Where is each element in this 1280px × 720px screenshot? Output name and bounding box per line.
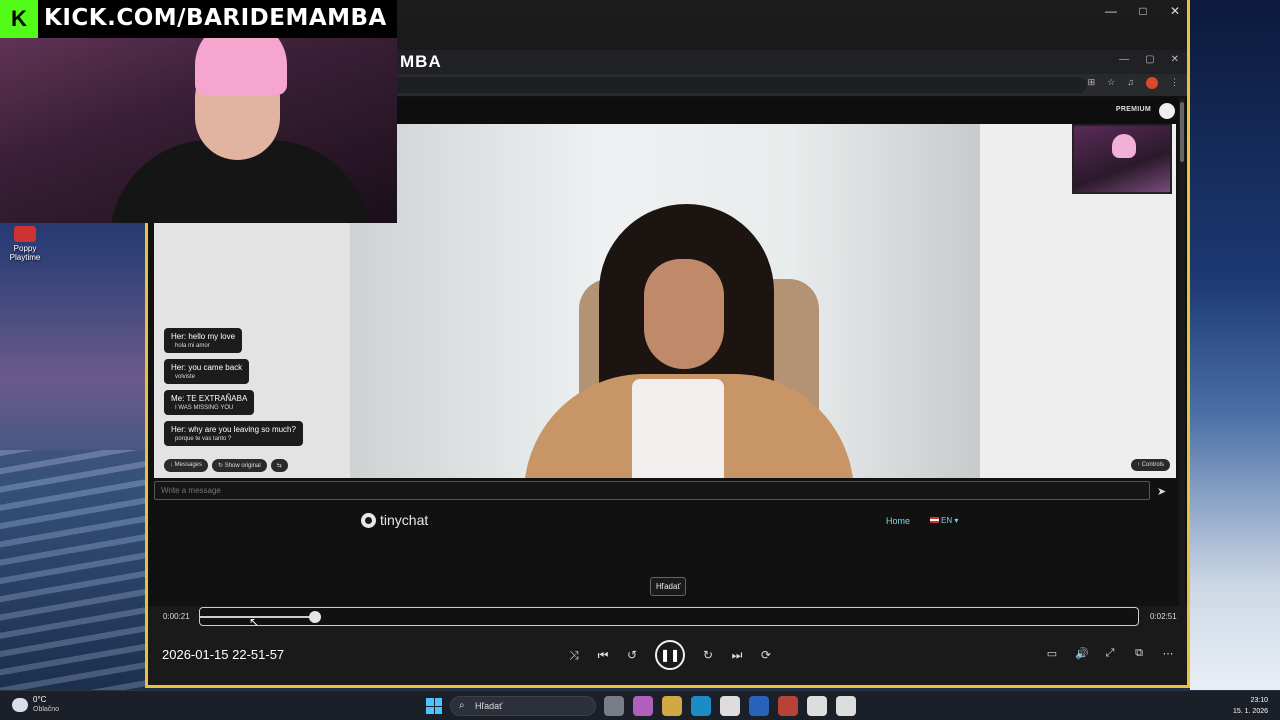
person-shirt — [632, 379, 724, 478]
seek-bar[interactable] — [199, 607, 1139, 626]
search-icon: ⌕ — [459, 700, 465, 711]
taskbar-apps — [604, 696, 856, 716]
taskbar: 0°C Oblačno ⌕ Hľadať 23:10 15. 1. 2026 — [0, 690, 1280, 720]
home-link[interactable]: Home — [886, 516, 910, 526]
translate-icon[interactable]: ⊞ — [1088, 77, 1096, 89]
miniplayer-icon[interactable]: ⧉ — [1133, 647, 1145, 660]
chat-tools: ↓ Messages ↻ Show original ⇆ — [164, 459, 288, 472]
edge-icon[interactable] — [691, 696, 711, 716]
close-icon[interactable]: ✕ — [1169, 4, 1181, 18]
time-total: 0:02:51 — [1150, 612, 1177, 621]
shuffle-icon[interactable]: ⤨ — [568, 648, 580, 663]
swap-language-button[interactable]: ⇆ — [270, 459, 288, 472]
bookmark-star-icon[interactable]: ☆ — [1107, 77, 1115, 89]
browser-close-icon[interactable]: ✕ — [1171, 54, 1179, 65]
chat-bubble: Her: you came back volviste — [164, 359, 250, 384]
browser-minimize-icon[interactable]: — — [1119, 54, 1129, 65]
game-icon — [14, 226, 36, 242]
repeat-off-icon[interactable]: ⟳ — [760, 648, 772, 662]
previous-icon[interactable]: ⏮ — [597, 648, 609, 663]
rewind-10-icon[interactable]: ↺ — [626, 648, 638, 662]
taskbar-search[interactable]: ⌕ Hľadať — [450, 696, 596, 716]
chat-overlay: Her: hello my love hola mi amor Her: you… — [164, 328, 354, 452]
send-icon[interactable]: ➤ — [1157, 485, 1166, 498]
forward-30-icon[interactable]: ↻ — [702, 648, 714, 662]
seek-knob[interactable] — [309, 611, 322, 623]
pause-button[interactable]: ❚❚ — [655, 640, 685, 670]
kick-banner: K KICK.COM/BARIDEMAMBA — [0, 0, 397, 38]
profile-avatar[interactable] — [1146, 77, 1158, 89]
captions-icon[interactable]: ▭ — [1046, 647, 1058, 660]
cloud-icon — [12, 697, 28, 712]
more-options-icon[interactable]: ⋯ — [1162, 647, 1174, 660]
controls-button[interactable]: ↑ Controls — [1130, 459, 1170, 471]
media-title: 2026-01-15 22-51-57 — [162, 647, 285, 662]
seek-tooltip: Hľadať — [650, 577, 687, 596]
more-menu-icon[interactable]: ⋮ — [1170, 77, 1179, 89]
clock-time: 23:10 — [1250, 697, 1268, 704]
kick-channel-url: KICK.COM/BARIDEMAMBA — [44, 5, 387, 31]
chat-bubble: Her: hello my love hola mi amor — [164, 328, 243, 353]
chat-bubble: Her: why are you leaving so much? porque… — [164, 421, 303, 446]
weather-widget[interactable]: 0°C Oblačno — [12, 695, 59, 714]
outlook-icon[interactable] — [749, 696, 769, 716]
store-icon[interactable] — [720, 696, 740, 716]
user-avatar[interactable] — [1159, 103, 1175, 119]
maximize-icon[interactable]: □ — [1137, 4, 1149, 18]
desktop-wallpaper-right — [1190, 0, 1280, 690]
tinychat-logo-icon — [361, 512, 376, 528]
language-label: EN ▾ — [941, 516, 959, 525]
site-logo-partial: MBA — [400, 52, 442, 71]
desktop-icon-label: Poppy Playtime — [9, 244, 41, 262]
fullscreen-icon[interactable]: ⤢ — [1104, 647, 1116, 660]
copilot-icon[interactable] — [633, 696, 653, 716]
start-button-icon[interactable] — [426, 698, 442, 714]
mouse-cursor-icon: ↖ — [249, 615, 260, 629]
tinychat-logo-text: tinychat — [380, 512, 429, 528]
desktop-icon-poppy-playtime[interactable]: Poppy Playtime — [4, 226, 46, 262]
weather-temp: 0°C — [33, 695, 47, 704]
person-face — [644, 259, 724, 369]
page-scrollbar[interactable] — [1179, 98, 1185, 606]
secondary-controls: ▭ 🔊 ⤢ ⧉ ⋯ — [1046, 647, 1174, 660]
tinychat-logo[interactable]: tinychat — [361, 512, 428, 528]
chrome-icon[interactable] — [778, 696, 798, 716]
browser-restore-icon[interactable]: ▢ — [1145, 54, 1154, 65]
task-view-icon[interactable] — [604, 696, 624, 716]
media-player-icon[interactable] — [836, 696, 856, 716]
streamer-webcam: K KICK.COM/BARIDEMAMBA — [0, 0, 397, 223]
playback-controls: ⤨ ⏮ ↺ ❚❚ ↻ ⏭ ⟳ — [568, 640, 772, 670]
volume-icon[interactable]: 🔊 — [1075, 647, 1089, 660]
minimize-icon[interactable]: — — [1105, 4, 1117, 18]
us-flag-icon — [930, 517, 939, 523]
file-explorer-icon[interactable] — [662, 696, 682, 716]
system-clock[interactable]: 23:10 15. 1. 2026 — [1233, 695, 1268, 717]
self-view-pip[interactable] — [1072, 124, 1172, 194]
clock-date: 15. 1. 2026 — [1232, 708, 1268, 715]
taskbar-search-text: Hľadať — [475, 701, 503, 711]
language-selector[interactable]: EN ▾ — [930, 516, 958, 525]
kick-logo-icon: K — [0, 0, 38, 38]
media-icon[interactable]: ♫ — [1127, 77, 1134, 89]
show-original-button[interactable]: ↻ Show original — [212, 459, 267, 472]
app-icon[interactable] — [807, 696, 827, 716]
next-icon[interactable]: ⏭ — [731, 648, 743, 663]
weather-desc: Oblačno — [33, 706, 60, 713]
message-input[interactable] — [154, 481, 1150, 500]
messages-button[interactable]: ↓ Messages — [164, 459, 209, 472]
time-elapsed: 0:00:21 — [163, 612, 190, 621]
premium-link[interactable]: PREMIUM — [1116, 106, 1151, 113]
chat-bubble: Me: TE EXTRAÑABA I WAS MISSING YOU — [164, 390, 255, 415]
